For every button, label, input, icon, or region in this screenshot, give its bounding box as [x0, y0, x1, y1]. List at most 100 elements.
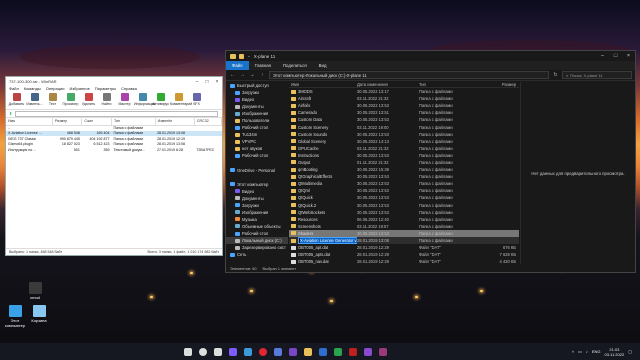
- taskbar-button-winrar[interactable]: [375, 343, 390, 360]
- file-row[interactable]: Output 01.11.2022 21:32 Папка с файлами: [289, 159, 519, 166]
- column-header[interactable]: Тип: [111, 118, 156, 126]
- taskbar-button-start[interactable]: [180, 343, 195, 360]
- toolbar-button[interactable]: Удалить: [80, 92, 97, 109]
- column-header[interactable]: Размер: [52, 118, 83, 126]
- network-icon[interactable]: ▭: [578, 349, 582, 354]
- file-row[interactable]: Resources 06.06.2022 12:40 Папка с файлами: [289, 216, 519, 223]
- file-row[interactable]: QtQml 30.05.2022 13:53 Папка с файлами: [289, 187, 519, 194]
- breadcrumb-item[interactable]: X-plane 11: [347, 73, 367, 78]
- desktop-icon[interactable]: xmod: [24, 282, 46, 300]
- taskbar-button-app6[interactable]: [330, 343, 345, 360]
- taskbar-button-opera[interactable]: [255, 343, 270, 360]
- up-icon[interactable]: ↑: [259, 72, 266, 78]
- taskbar-button-app7[interactable]: [345, 343, 360, 360]
- file-row[interactable]: Custom Data 30.05.2022 13:53 Папка с файла…: [289, 116, 519, 123]
- toolbar-button[interactable]: Информация: [134, 92, 155, 109]
- file-row[interactable]: Custom Sounds 30.05.2022 13:53 Папка с фай…: [289, 131, 519, 138]
- nav-item[interactable]: Пользователи: [226, 117, 288, 124]
- table-row[interactable]: Инструкция по ... 501 359 Текстовый докум..…: [6, 147, 222, 153]
- nav-item[interactable]: нет звуков: [226, 145, 288, 152]
- close-icon[interactable]: ×: [212, 79, 222, 85]
- nav-item[interactable]: Изображения: [226, 209, 288, 216]
- forward-icon[interactable]: →: [239, 72, 246, 78]
- column-header[interactable]: Изменён: [155, 118, 195, 126]
- taskbar-button-explorer[interactable]: [300, 343, 315, 360]
- back-icon[interactable]: ←: [229, 72, 236, 78]
- chevron-down-icon[interactable]: ⌄: [247, 53, 251, 59]
- file-row[interactable]: QtGraphicalEffects 30.05.2022 13:53 Папка …: [289, 173, 519, 180]
- file-row[interactable]: Global Scenery 30.05.2022 14:13 Папка с фа…: [289, 138, 519, 145]
- nav-item[interactable]: Объемные объекты: [226, 223, 288, 230]
- toolbar-button[interactable]: Найти: [98, 92, 115, 109]
- nav-item[interactable]: Локальный диск (C:): [226, 237, 288, 245]
- toolbar-button[interactable]: Добавить: [8, 92, 25, 109]
- ribbon-tab[interactable]: Главная: [249, 63, 277, 68]
- file-row[interactable]: Instructions 30.05.2022 13:53 Папка с файл…: [289, 152, 519, 159]
- column-header[interactable]: CRC32: [194, 118, 223, 126]
- nav-item[interactable]: Tu134m: [226, 131, 288, 138]
- clock[interactable]: 21:03 03.11.2022: [604, 347, 624, 357]
- winrar-path-input[interactable]: [15, 110, 218, 117]
- file-row[interactable]: qmBooting 30.05.2022 15:38 Папка с файлами: [289, 166, 519, 173]
- winrar-title-bar[interactable]: 737-100-300.rar - WinRAR – □ ×: [6, 77, 222, 86]
- toolbar-button[interactable]: SFX: [188, 92, 205, 109]
- nav-item[interactable]: Зарезервировано сист: [226, 244, 288, 251]
- nav-item[interactable]: Видео: [226, 96, 288, 103]
- file-row[interactable]: Camerado 30.05.2022 13:51 Папка с файлами: [289, 109, 519, 116]
- desktop-icon[interactable]: Корзина: [28, 305, 50, 323]
- column-header[interactable]: Имя: [6, 118, 53, 126]
- nav-item[interactable]: Рабочий стол: [226, 124, 288, 131]
- file-row[interactable]: QtQuick.2 30.05.2022 13:53 Папка с файлами: [289, 202, 519, 209]
- notifications-icon[interactable]: ▢: [628, 349, 632, 354]
- nav-item[interactable]: Сеть: [226, 251, 288, 258]
- nav-item[interactable]: Загрузки: [226, 89, 288, 96]
- file-row[interactable]: Screenshots 03.11.2022 19:57 Папка с файла…: [289, 223, 519, 230]
- column-header[interactable]: Имя: [289, 82, 357, 87]
- toolbar-button[interactable]: Тест: [44, 92, 61, 109]
- file-row[interactable]: Aircraft 03.11.2022 21:32 Папка с файлами: [289, 95, 519, 102]
- explorer-title-bar[interactable]: ⌄ X-plane 11 – □ ×: [226, 51, 635, 61]
- explorer-window[interactable]: ⌄ X-plane 11 – □ × Файл Главная Поделиться…: [225, 50, 636, 273]
- maximize-icon[interactable]: □: [202, 79, 212, 85]
- ribbon-tab[interactable]: Поделиться: [277, 63, 313, 68]
- column-header[interactable]: Тип: [419, 82, 481, 87]
- nav-item[interactable]: Загрузки: [226, 202, 288, 209]
- language-indicator[interactable]: ENG: [592, 349, 601, 354]
- file-row[interactable]: GPUCache 03.11.2022 21:33 Папка с файлами: [289, 145, 519, 152]
- nav-item[interactable]: VPVPC: [226, 138, 288, 145]
- minimize-icon[interactable]: –: [596, 53, 609, 59]
- file-row[interactable]: Shaders 30.05.2022 13:53 Папка с файлами: [289, 229, 519, 237]
- nav-item[interactable]: Музыка: [226, 216, 288, 223]
- rename-input[interactable]: X-Aviation License Generator v: [298, 237, 357, 245]
- taskbar-button-app2[interactable]: [240, 343, 255, 360]
- file-row[interactable]: 3MODS 30.05.2022 13:17 Папка с файлами: [289, 88, 519, 95]
- file-row[interactable]: X-Aviation License Generator v 28.01.2019…: [289, 236, 519, 245]
- taskbar-button-app3[interactable]: [270, 343, 285, 360]
- nav-item[interactable]: Документы: [226, 103, 288, 110]
- file-row[interactable]: Custom Scenery 03.11.2022 19:00 Папка с фа…: [289, 123, 519, 130]
- ribbon-tab[interactable]: Файл: [226, 61, 249, 70]
- breadcrumb-item[interactable]: Локальный диск (C:): [306, 73, 346, 78]
- file-row[interactable]: OBT005_apt.dat 28.01.2019 12:29 Файл "DAT"…: [289, 244, 519, 251]
- maximize-icon[interactable]: □: [609, 53, 622, 59]
- nav-item[interactable]: Быстрый доступ: [226, 82, 288, 89]
- toolbar-button[interactable]: Извлечь...: [26, 92, 43, 109]
- search-input[interactable]: ⌕ Поиск: X-plane 11: [562, 71, 632, 79]
- taskbar-button-app4[interactable]: [285, 343, 300, 360]
- up-folder-icon[interactable]: ⬆: [9, 111, 12, 116]
- nav-item[interactable]: Изображения: [226, 110, 288, 117]
- refresh-icon[interactable]: ↻: [552, 72, 559, 78]
- file-row[interactable]: QtWebSockets 30.05.2022 13:53 Папка с файл…: [289, 209, 519, 216]
- nav-item[interactable]: Рабочий стол: [226, 152, 288, 159]
- minimize-icon[interactable]: –: [192, 79, 202, 85]
- recent-dropdown-icon[interactable]: ⌄: [249, 72, 256, 78]
- address-bar[interactable]: Этот компьютер › Локальный диск (C:) › X…: [269, 71, 549, 79]
- taskbar-button-search[interactable]: [195, 343, 210, 360]
- tray-chevron-icon[interactable]: ˄: [572, 349, 574, 354]
- nav-item[interactable]: OneDrive - Personal: [226, 167, 288, 174]
- taskbar-button-app5[interactable]: [315, 343, 330, 360]
- taskbar-button-task-view[interactable]: [210, 343, 225, 360]
- toolbar-button[interactable]: Мастер: [116, 92, 133, 109]
- toolbar-button[interactable]: Просмотр: [62, 92, 79, 109]
- ribbon-tab[interactable]: Вид: [313, 63, 333, 68]
